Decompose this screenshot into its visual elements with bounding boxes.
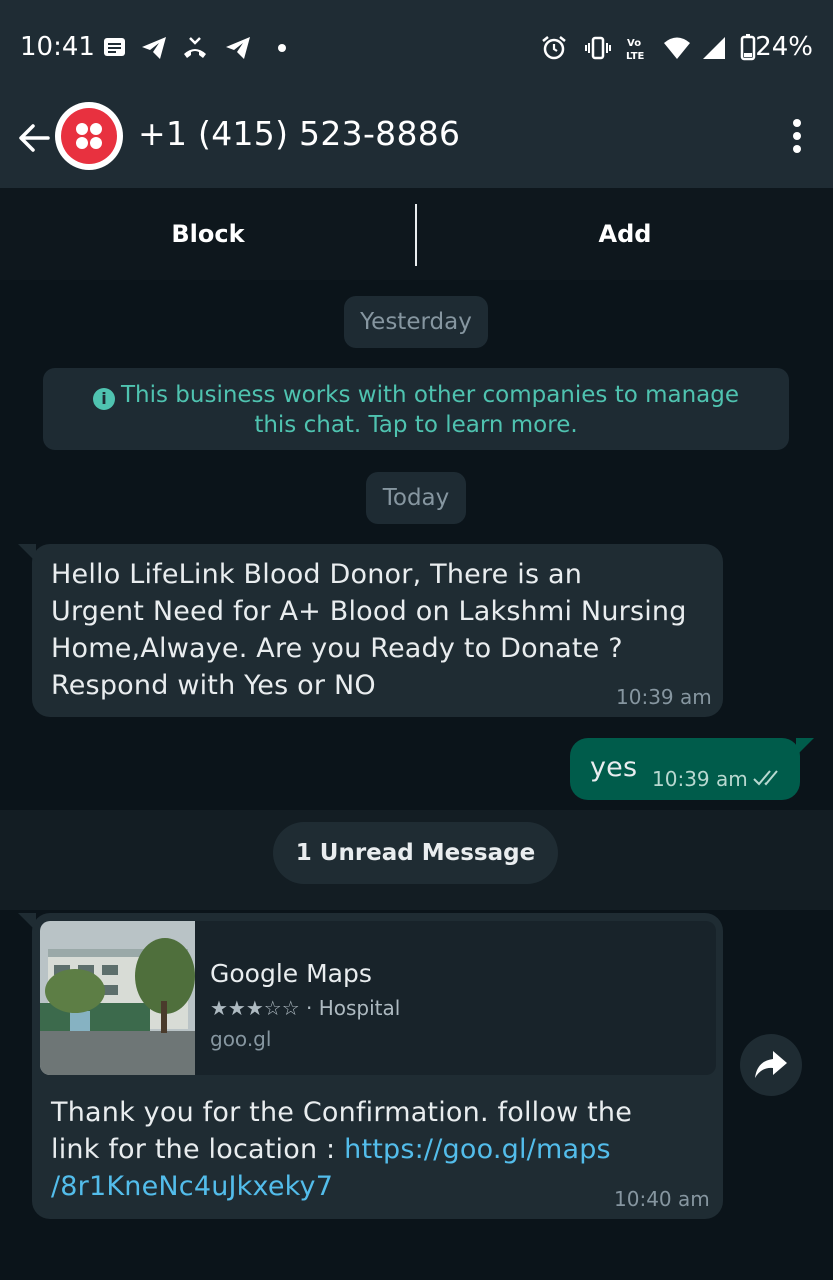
svg-text:LTE: LTE bbox=[626, 51, 645, 62]
message-line: /8r1KneNc4uJkxeky7 bbox=[51, 1168, 632, 1205]
status-bar: 10:41 Vo LTE 24% bbox=[0, 0, 833, 98]
bubble-tail bbox=[796, 738, 814, 756]
date-chip-yesterday: Yesterday bbox=[344, 296, 488, 348]
maps-link[interactable]: https://goo.gl/maps bbox=[344, 1134, 611, 1165]
message-text: Thank you for the Confirmation. follow t… bbox=[51, 1094, 632, 1205]
message-time: 10:39 am bbox=[616, 685, 712, 709]
status-time: 10:41 bbox=[20, 32, 95, 62]
more-notifications-dot-icon bbox=[278, 44, 286, 52]
block-add-bar: Block Add bbox=[0, 188, 833, 280]
unread-messages-chip: 1 Unread Message bbox=[273, 822, 558, 884]
chat-header: +1 (415) 523-8886 bbox=[0, 98, 833, 188]
message-line: Thank you for the Confirmation. follow t… bbox=[51, 1097, 633, 1128]
missed-call-icon bbox=[184, 37, 206, 58]
message-time: 10:40 am bbox=[614, 1187, 710, 1211]
message-line: Urgent Need for A+ Blood on Lakshmi Nurs… bbox=[51, 596, 687, 627]
signal-icon bbox=[703, 37, 725, 59]
block-button[interactable]: Block bbox=[0, 188, 416, 280]
telegram-icon bbox=[226, 37, 250, 59]
svg-text:Vo: Vo bbox=[627, 38, 641, 49]
business-info-banner[interactable]: i This business works with other companie… bbox=[43, 368, 789, 450]
contact-name[interactable]: +1 (415) 523-8886 bbox=[138, 114, 460, 153]
message-text: Hello LifeLink Blood Donor, There is an … bbox=[51, 556, 687, 704]
info-icon: i bbox=[92, 388, 115, 410]
info-banner-text: This business works with other companies… bbox=[120, 382, 740, 438]
outgoing-message-bubble[interactable]: yes 10:39 am bbox=[570, 738, 814, 800]
message-line: Hello LifeLink Blood Donor, There is an bbox=[51, 559, 583, 590]
maps-link-continued[interactable]: /8r1KneNc4uJkxeky7 bbox=[51, 1171, 333, 1202]
more-options-icon[interactable] bbox=[791, 118, 803, 154]
battery-percent: 24% bbox=[755, 32, 813, 62]
incoming-message-bubble[interactable]: Google Maps ★★★☆☆ · Hospital goo.gl Than… bbox=[18, 913, 723, 1219]
read-receipt-icon bbox=[753, 770, 778, 786]
date-chip-today: Today bbox=[366, 472, 466, 524]
hospital-thumbnail-image bbox=[40, 921, 195, 1075]
message-line-text: link for the location : bbox=[51, 1134, 345, 1165]
rating-stars: ★★★☆☆ bbox=[210, 996, 300, 1020]
twilio-logo-icon bbox=[61, 108, 117, 164]
message-line: Home,Alwaye. Are you Ready to Donate ? bbox=[51, 633, 623, 664]
add-button[interactable]: Add bbox=[417, 188, 833, 280]
forward-button[interactable] bbox=[740, 1034, 802, 1096]
vibrate-icon bbox=[585, 36, 611, 60]
message-line: Respond with Yes or NO bbox=[51, 670, 376, 701]
forward-arrow-icon bbox=[755, 1051, 787, 1078]
message-text: yes bbox=[590, 752, 638, 783]
message-notification-icon bbox=[104, 38, 125, 56]
alarm-icon bbox=[542, 36, 566, 60]
bubble-tail bbox=[18, 913, 36, 931]
preview-title: Google Maps bbox=[210, 959, 372, 988]
back-arrow-icon[interactable] bbox=[14, 118, 54, 158]
message-line: link for the location : https://goo.gl/m… bbox=[51, 1131, 632, 1168]
wifi-icon bbox=[664, 37, 690, 59]
preview-category: · Hospital bbox=[299, 996, 401, 1020]
bubble-tail bbox=[18, 544, 36, 562]
preview-subtitle: ★★★☆☆ · Hospital bbox=[210, 996, 400, 1020]
preview-domain: goo.gl bbox=[210, 1027, 272, 1051]
volte-icon: Vo LTE bbox=[626, 38, 645, 62]
link-preview-card[interactable]: Google Maps ★★★☆☆ · Hospital goo.gl bbox=[40, 921, 716, 1075]
telegram-icon bbox=[142, 37, 166, 59]
avatar[interactable] bbox=[55, 102, 123, 170]
incoming-message-bubble[interactable]: Hello LifeLink Blood Donor, There is an … bbox=[18, 544, 723, 717]
message-time: 10:39 am bbox=[652, 767, 748, 791]
